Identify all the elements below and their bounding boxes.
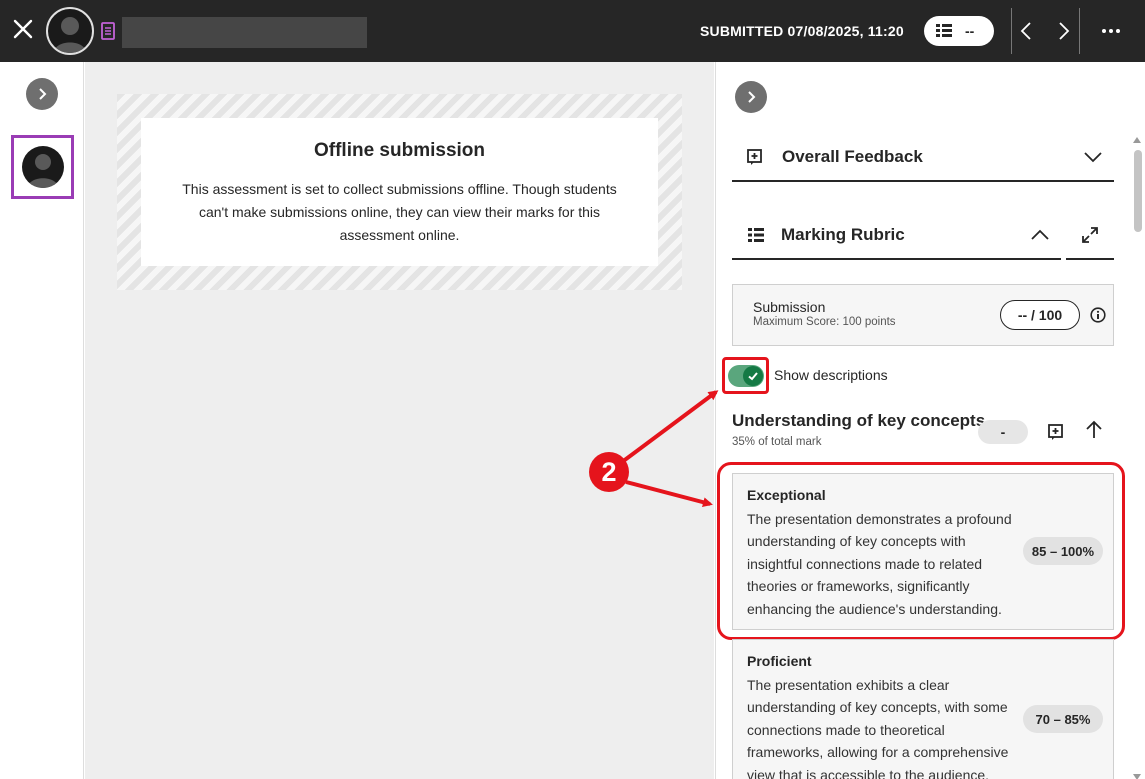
show-descriptions-highlight (722, 357, 769, 394)
document-icon[interactable] (100, 22, 116, 40)
criterion-title: Understanding of key concepts (732, 411, 986, 430)
toggle-knob (742, 365, 763, 386)
rubric-icon (936, 24, 952, 37)
student-name-redacted (122, 17, 367, 48)
arrow-up-icon[interactable] (1083, 419, 1105, 441)
marking-rubric-label: Marking Rubric (781, 225, 905, 244)
grade-value: -- (965, 23, 975, 39)
maximum-score: Maximum Score: 100 points (753, 316, 896, 328)
divider (1079, 8, 1080, 54)
more-icon[interactable] (1098, 20, 1124, 42)
submission-viewer: Offline submission This assessment is se… (85, 62, 714, 779)
show-descriptions-label: Show descriptions (774, 367, 888, 383)
add-comment-icon (747, 149, 762, 165)
rubric-icon (748, 228, 764, 242)
exceptional-level-highlight (717, 462, 1125, 640)
criterion-weight: 35% of total mark (732, 436, 822, 448)
expand-rubric-button[interactable] (1066, 212, 1114, 260)
divider (1011, 8, 1012, 54)
avatar-icon (54, 17, 86, 53)
chevron-right-icon[interactable] (1052, 20, 1074, 42)
grade-pill-button[interactable]: -- (924, 16, 994, 46)
offline-description: This assessment is set to collect submis… (182, 181, 617, 243)
chevron-up-icon[interactable] (1029, 224, 1051, 246)
submission-label: Submission (753, 299, 826, 315)
add-comment-icon[interactable] (1047, 423, 1065, 441)
level-description: The presentation exhibits a clear unders… (747, 677, 1009, 779)
grading-panel: Overall Feedback Marking Rubric Submissi… (715, 62, 1145, 779)
expand-rail-button[interactable] (26, 78, 58, 110)
info-icon[interactable] (1090, 307, 1106, 323)
submitted-timestamp: SUBMITTED 07/08/2025, 11:20 (700, 23, 904, 39)
offline-title: Offline submission (313, 140, 486, 161)
rubric-level-proficient[interactable]: Proficient The presentation exhibits a c… (732, 639, 1114, 779)
chevron-right-icon (748, 91, 756, 103)
close-icon[interactable] (10, 16, 36, 42)
offline-submission-card: Offline submission This assessment is se… (141, 118, 658, 266)
scroll-up-icon[interactable] (1133, 137, 1141, 143)
left-rail (0, 62, 84, 779)
scrollbar[interactable] (1131, 132, 1143, 779)
collapse-panel-button[interactable] (735, 81, 767, 113)
criterion-score[interactable]: - (978, 420, 1028, 444)
chevron-right-icon (39, 88, 47, 100)
selected-student-tile[interactable] (11, 135, 74, 199)
level-name: Proficient (747, 653, 812, 669)
level-range: 70 – 85% (1023, 705, 1103, 733)
top-bar: SUBMITTED 07/08/2025, 11:20 -- (0, 0, 1145, 62)
submission-score-box: Submission Maximum Score: 100 points -- … (732, 284, 1114, 346)
show-descriptions-toggle[interactable] (727, 364, 764, 387)
annotation-step-badge: 2 (589, 452, 629, 492)
offline-submission-frame: Offline submission This assessment is se… (117, 94, 682, 290)
expand-icon (1082, 227, 1098, 243)
avatar-icon (27, 154, 58, 188)
marking-rubric-section[interactable]: Marking Rubric (732, 212, 1061, 260)
chevron-down-icon[interactable] (1082, 146, 1104, 168)
overall-feedback-label: Overall Feedback (782, 147, 923, 166)
student-avatar[interactable] (46, 7, 94, 55)
check-icon (747, 371, 758, 380)
scroll-thumb[interactable] (1134, 150, 1142, 232)
avatar (21, 146, 64, 188)
chevron-left-icon[interactable] (1016, 20, 1038, 42)
overall-feedback-section[interactable]: Overall Feedback (732, 134, 1114, 182)
scroll-down-icon[interactable] (1133, 774, 1141, 779)
score-input[interactable]: -- / 100 (1000, 300, 1080, 330)
